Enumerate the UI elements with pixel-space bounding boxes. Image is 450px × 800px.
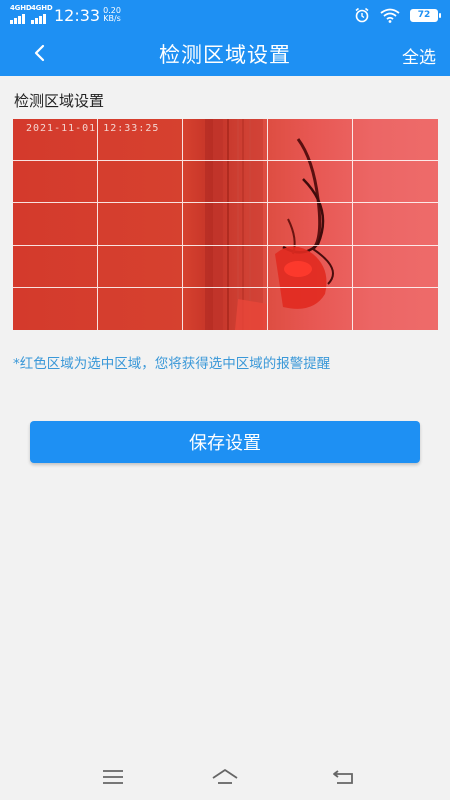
grid-cell[interactable] bbox=[353, 119, 438, 162]
grid-cell[interactable] bbox=[268, 245, 353, 288]
grid-cell[interactable] bbox=[183, 287, 268, 330]
battery-icon: 72 bbox=[410, 8, 441, 22]
camera-preview: 2021-11-01 12:33:25 bbox=[13, 119, 438, 330]
grid-cell[interactable] bbox=[268, 161, 353, 204]
grid-cell[interactable] bbox=[268, 119, 353, 162]
network-type-2: 4GHD bbox=[31, 4, 53, 12]
grid-cell[interactable] bbox=[13, 287, 98, 330]
grid-cell[interactable] bbox=[98, 203, 183, 246]
nav-bar: 检测区域设置 全选 bbox=[0, 30, 450, 76]
grid-cell[interactable] bbox=[268, 203, 353, 246]
grid-cell[interactable] bbox=[353, 161, 438, 204]
signal-icon: 4GHD bbox=[10, 4, 32, 24]
grid-cell[interactable] bbox=[13, 119, 98, 162]
grid-cell[interactable] bbox=[353, 203, 438, 246]
grid-cell[interactable] bbox=[183, 161, 268, 204]
home-icon bbox=[212, 769, 238, 784]
network-type-1: 4GHD bbox=[10, 4, 32, 12]
grid-cell[interactable] bbox=[98, 287, 183, 330]
grid-cell[interactable] bbox=[13, 161, 98, 204]
grid-cell[interactable] bbox=[268, 287, 353, 330]
system-back-button[interactable] bbox=[328, 766, 358, 788]
grid-cell[interactable] bbox=[353, 288, 438, 330]
grid-cell[interactable] bbox=[98, 161, 183, 204]
page-title: 检测区域设置 bbox=[159, 43, 291, 67]
status-bar: 4GHD 4GHD 12:33 0.20 KB/s 72 bbox=[0, 0, 450, 30]
battery-level: 72 bbox=[417, 9, 431, 20]
net-speed: 0.20 KB/s bbox=[103, 7, 121, 23]
grid-cell[interactable] bbox=[98, 119, 183, 162]
home-button[interactable] bbox=[210, 766, 240, 788]
clock: 12:33 bbox=[54, 5, 101, 25]
selection-hint: *红色区域为选中区域，您将获得选中区域的报警提醒 bbox=[13, 356, 331, 372]
menu-icon bbox=[103, 770, 123, 784]
grid-cell[interactable] bbox=[183, 119, 268, 162]
system-nav-bar bbox=[0, 752, 450, 800]
select-all-button[interactable]: 全选 bbox=[402, 43, 436, 68]
back-icon bbox=[333, 770, 353, 784]
grid-cell[interactable] bbox=[98, 245, 183, 288]
net-speed-unit: KB/s bbox=[103, 14, 121, 23]
alarm-icon bbox=[355, 7, 369, 23]
signal-icon-2: 4GHD bbox=[31, 4, 53, 24]
grid-cell[interactable] bbox=[183, 203, 268, 246]
section-label: 检测区域设置 bbox=[14, 92, 105, 110]
save-settings-button[interactable]: 保存设置 bbox=[30, 421, 420, 463]
detection-grid[interactable] bbox=[13, 119, 438, 330]
grid-cell[interactable] bbox=[353, 246, 438, 288]
wifi-icon bbox=[380, 8, 400, 23]
menu-button[interactable] bbox=[98, 766, 128, 788]
grid-cell[interactable] bbox=[13, 245, 98, 288]
grid-cell[interactable] bbox=[183, 245, 268, 288]
grid-cell[interactable] bbox=[13, 203, 98, 246]
